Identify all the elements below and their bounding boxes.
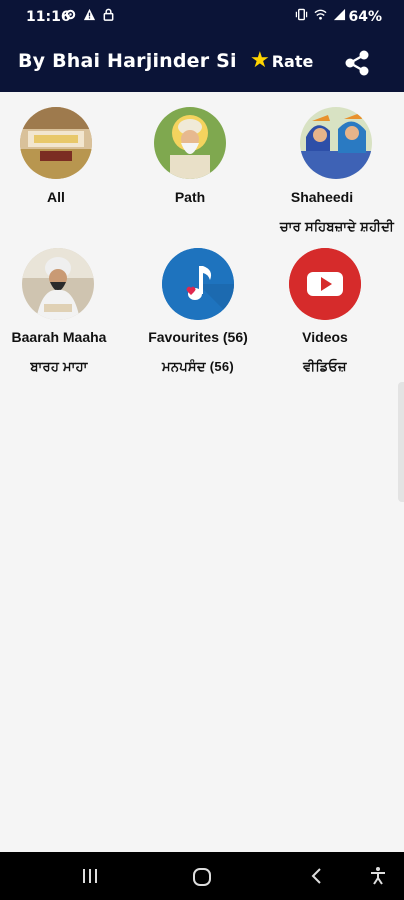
- rate-label: Rate: [271, 51, 314, 71]
- path-thumbnail: [154, 107, 226, 179]
- tile-label: Shaheedi: [290, 189, 354, 205]
- status-bar: 11:16 64%: [0, 0, 404, 34]
- baarah-maaha-thumbnail: [22, 248, 94, 320]
- back-icon[interactable]: [307, 866, 327, 886]
- tile-label: Favourites (56): [148, 329, 248, 345]
- tile-sublabel: ਬਾਰਹ ਮਾਹਾ: [30, 359, 88, 374]
- lock-icon: [103, 8, 114, 21]
- warning-icon: [83, 8, 96, 21]
- tile-sublabel: ਵੀਡਿਓਜ਼: [303, 359, 347, 374]
- favourites-thumbnail: [162, 248, 234, 320]
- star-icon: ★: [250, 48, 270, 73]
- home-icon[interactable]: [191, 866, 213, 888]
- app-title: By Bhai Harjinder Singh: [18, 50, 238, 72]
- videos-thumbnail: [289, 248, 361, 320]
- scroll-handle[interactable]: [398, 382, 404, 502]
- tile-label: Path: [174, 189, 206, 205]
- play-video-icon: [289, 248, 361, 320]
- tile-label: Videos: [302, 329, 348, 345]
- wifi-icon: [314, 9, 327, 20]
- rate-button[interactable]: ★ Rate: [250, 50, 313, 72]
- music-note-icon: [162, 248, 234, 320]
- tile-sublabel: ਮਨਪਸੰਦ (56): [161, 359, 235, 374]
- recents-icon[interactable]: [80, 866, 100, 886]
- app-bar: By Bhai Harjinder Singh ★ Rate: [0, 34, 404, 92]
- signal-icon: [333, 8, 346, 21]
- share-icon[interactable]: [340, 46, 374, 80]
- accessibility-icon[interactable]: [368, 866, 388, 886]
- navigation-bar: [0, 852, 404, 900]
- tile-sublabel: ਚਾਰ ਸਹਿਬਜ਼ਾਦੇ ਸ਼ਹੀਦੀ: [279, 219, 395, 234]
- battery-level: 64%: [348, 9, 382, 25]
- shaheedi-thumbnail: [300, 107, 372, 179]
- all-thumbnail: [20, 107, 92, 179]
- settings-icon: [65, 9, 76, 20]
- tile-label: Baarah Maaha: [11, 329, 107, 345]
- tile-label: All: [47, 189, 65, 205]
- vibrate-icon: [295, 8, 308, 21]
